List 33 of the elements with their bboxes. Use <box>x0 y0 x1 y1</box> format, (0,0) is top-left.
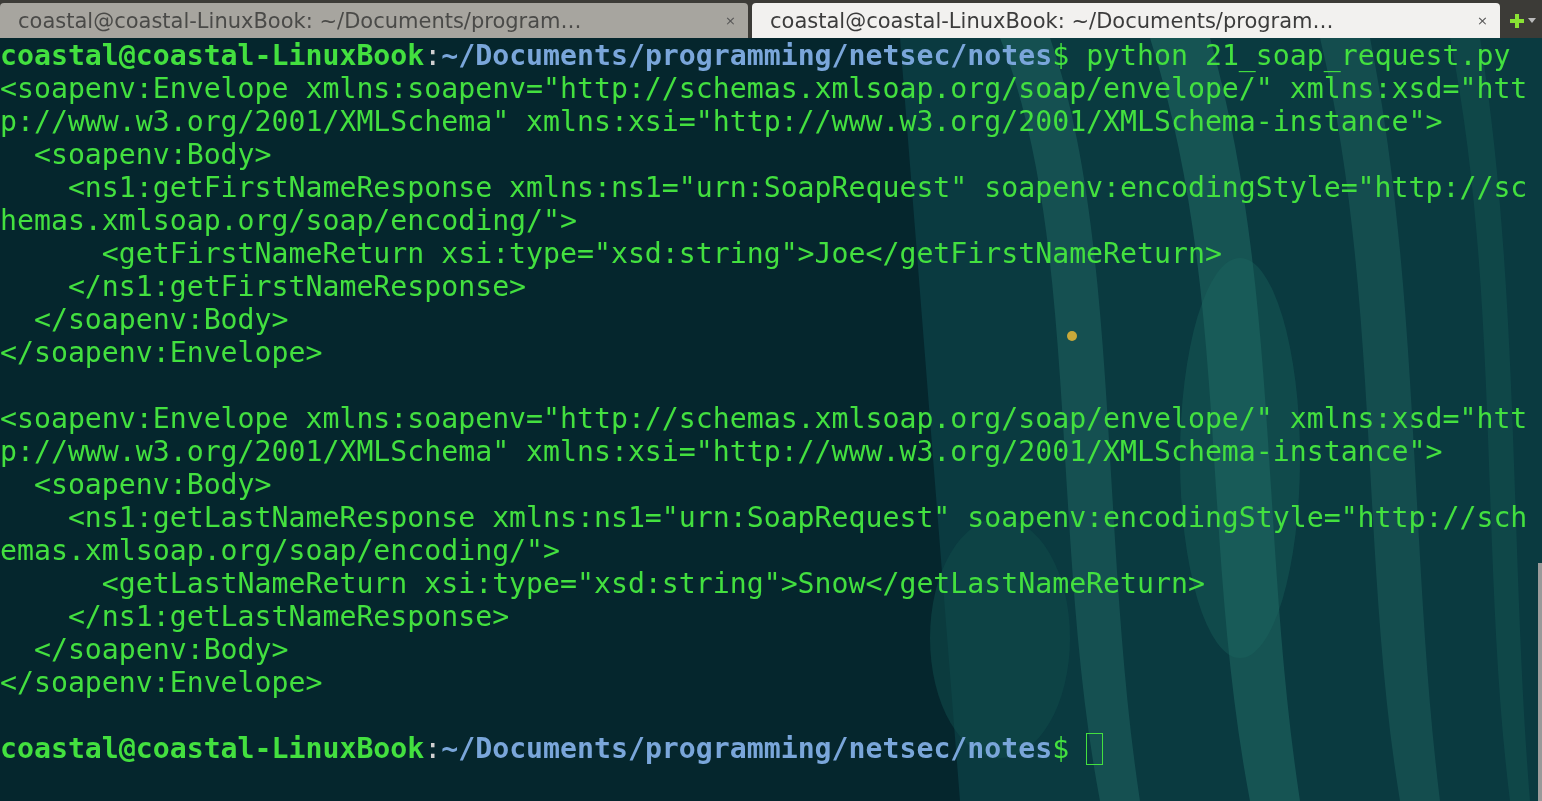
caret-icon[interactable] <box>1528 18 1536 23</box>
prompt-user-host: coastal@coastal-LinuxBook <box>0 732 425 765</box>
output-line: p://www.w3.org/2001/XMLSchema" xmlns:xsi="http://www.w3.org/2001/XMLSchema-instance"> <box>0 105 1443 138</box>
output-line: <ns1:getFirstNameResponse xmlns:ns1="urn:SoapRequest" soapenv:encodingStyle="http://sc <box>66 171 1528 204</box>
terminal-tab[interactable]: coastal@coastal-LinuxBook: ~/Documents/program… × <box>752 3 1500 38</box>
output-line: </soapenv:Envelope> <box>0 666 323 699</box>
output-line: <soapenv:Body> <box>32 138 272 171</box>
prompt-path: ~/Documents/programming/netsec/notes <box>441 39 1053 72</box>
output-line: <getFirstNameReturn xsi:type="xsd:string">Joe</getFirstNameReturn> <box>100 237 1222 270</box>
prompt-symbol: $ <box>1052 39 1070 72</box>
output-line: hemas.xmlsoap.org/soap/encoding/"> <box>0 204 577 237</box>
output-line: p://www.w3.org/2001/XMLSchema" xmlns:xsi="http://www.w3.org/2001/XMLSchema-instance"> <box>0 435 1443 468</box>
prompt-path: ~/Documents/programming/netsec/notes <box>441 732 1053 765</box>
close-icon[interactable]: × <box>1473 13 1492 28</box>
prompt-symbol: $ <box>1052 732 1070 765</box>
output-line: <ns1:getLastNameResponse xmlns:ns1="urn:SoapRequest" soapenv:encodingStyle="http://sch <box>66 501 1528 534</box>
output-line: emas.xmlsoap.org/soap/encoding/"> <box>0 534 561 567</box>
output-line: <soapenv:Body> <box>32 468 272 501</box>
output-line: <soapenv:Envelope xmlns:soapenv="http://schemas.xmlsoap.org/soap/envelope/" xmlns:xsd="htt <box>0 72 1528 105</box>
scrollbar[interactable] <box>1538 563 1542 801</box>
output-line: </soapenv:Envelope> <box>0 336 323 369</box>
terminal-tab[interactable]: coastal@coastal-LinuxBook: ~/Documents/program… × <box>0 3 748 38</box>
plus-icon[interactable] <box>1510 13 1524 28</box>
output-line: </ns1:getFirstNameResponse> <box>66 270 527 303</box>
prompt-user-host: coastal@coastal-LinuxBook <box>0 39 425 72</box>
output-line: </soapenv:Body> <box>32 303 289 336</box>
output-line: </soapenv:Body> <box>32 633 289 666</box>
output-line: <soapenv:Envelope xmlns:soapenv="http://schemas.xmlsoap.org/soap/envelope/" xmlns:xsd="htt <box>0 402 1528 435</box>
command-text: python 21_soap_request.py <box>1085 39 1511 72</box>
prompt-separator: : <box>424 732 442 765</box>
prompt-separator: : <box>424 39 442 72</box>
output-line: <getLastNameReturn xsi:type="xsd:string">Snow</getLastNameReturn> <box>100 567 1205 600</box>
output-line: </ns1:getLastNameResponse> <box>66 600 510 633</box>
